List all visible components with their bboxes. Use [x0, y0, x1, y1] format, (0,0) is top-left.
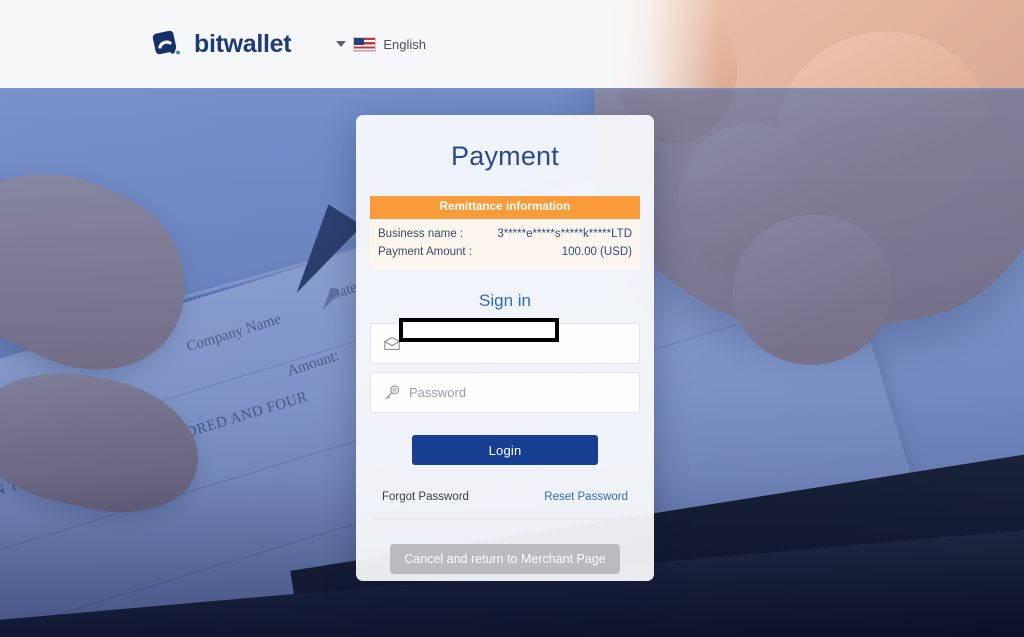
header-content: bitwallet English [0, 0, 610, 88]
header-fade [610, 0, 720, 88]
remittance-body: Business name : 3*****e*****s*****k*****… [370, 219, 640, 269]
business-name-value: 3*****e*****s*****k*****LTD [497, 228, 632, 240]
remittance-row: Payment Amount : 100.00 (USD) [378, 243, 632, 261]
business-name-label: Business name : [378, 228, 464, 240]
signin-heading: Sign in [479, 291, 531, 310]
key-icon [381, 382, 403, 404]
forgot-password-link[interactable]: Forgot Password [382, 491, 469, 503]
email-redaction-box [399, 318, 559, 342]
remittance-heading: Remittance information [370, 196, 640, 219]
header-separator [0, 88, 1024, 90]
password-field-row[interactable] [370, 372, 640, 413]
language-selector[interactable]: English [336, 36, 426, 52]
bitwallet-logo-icon [150, 28, 183, 61]
page-title: Payment [451, 141, 559, 171]
us-flag-icon [353, 36, 377, 52]
payment-card: Payment Remittance information Business … [356, 115, 654, 581]
login-button[interactable]: Login [412, 435, 598, 465]
chevron-down-icon[interactable] [336, 41, 347, 47]
password-input[interactable] [403, 385, 629, 400]
payment-amount-value: 100.00 (USD) [561, 246, 632, 258]
payment-amount-label: Payment Amount : [378, 246, 472, 258]
brand[interactable]: bitwallet [150, 28, 292, 61]
divider [370, 519, 640, 520]
cancel-return-merchant-button[interactable]: Cancel and return to Merchant Page [390, 544, 620, 574]
reset-password-link[interactable]: Reset Password [544, 491, 628, 503]
auth-links: Forgot Password Reset Password [382, 491, 628, 503]
remittance-row: Business name : 3*****e*****s*****k*****… [378, 225, 632, 243]
language-label: English [383, 36, 426, 52]
payment-login-page: Company Name TEN THOUTHANDS TWO HUNDRED … [0, 0, 1024, 637]
remittance-information: Remittance information Business name : 3… [370, 196, 640, 269]
brand-name: bitwallet [194, 29, 292, 58]
